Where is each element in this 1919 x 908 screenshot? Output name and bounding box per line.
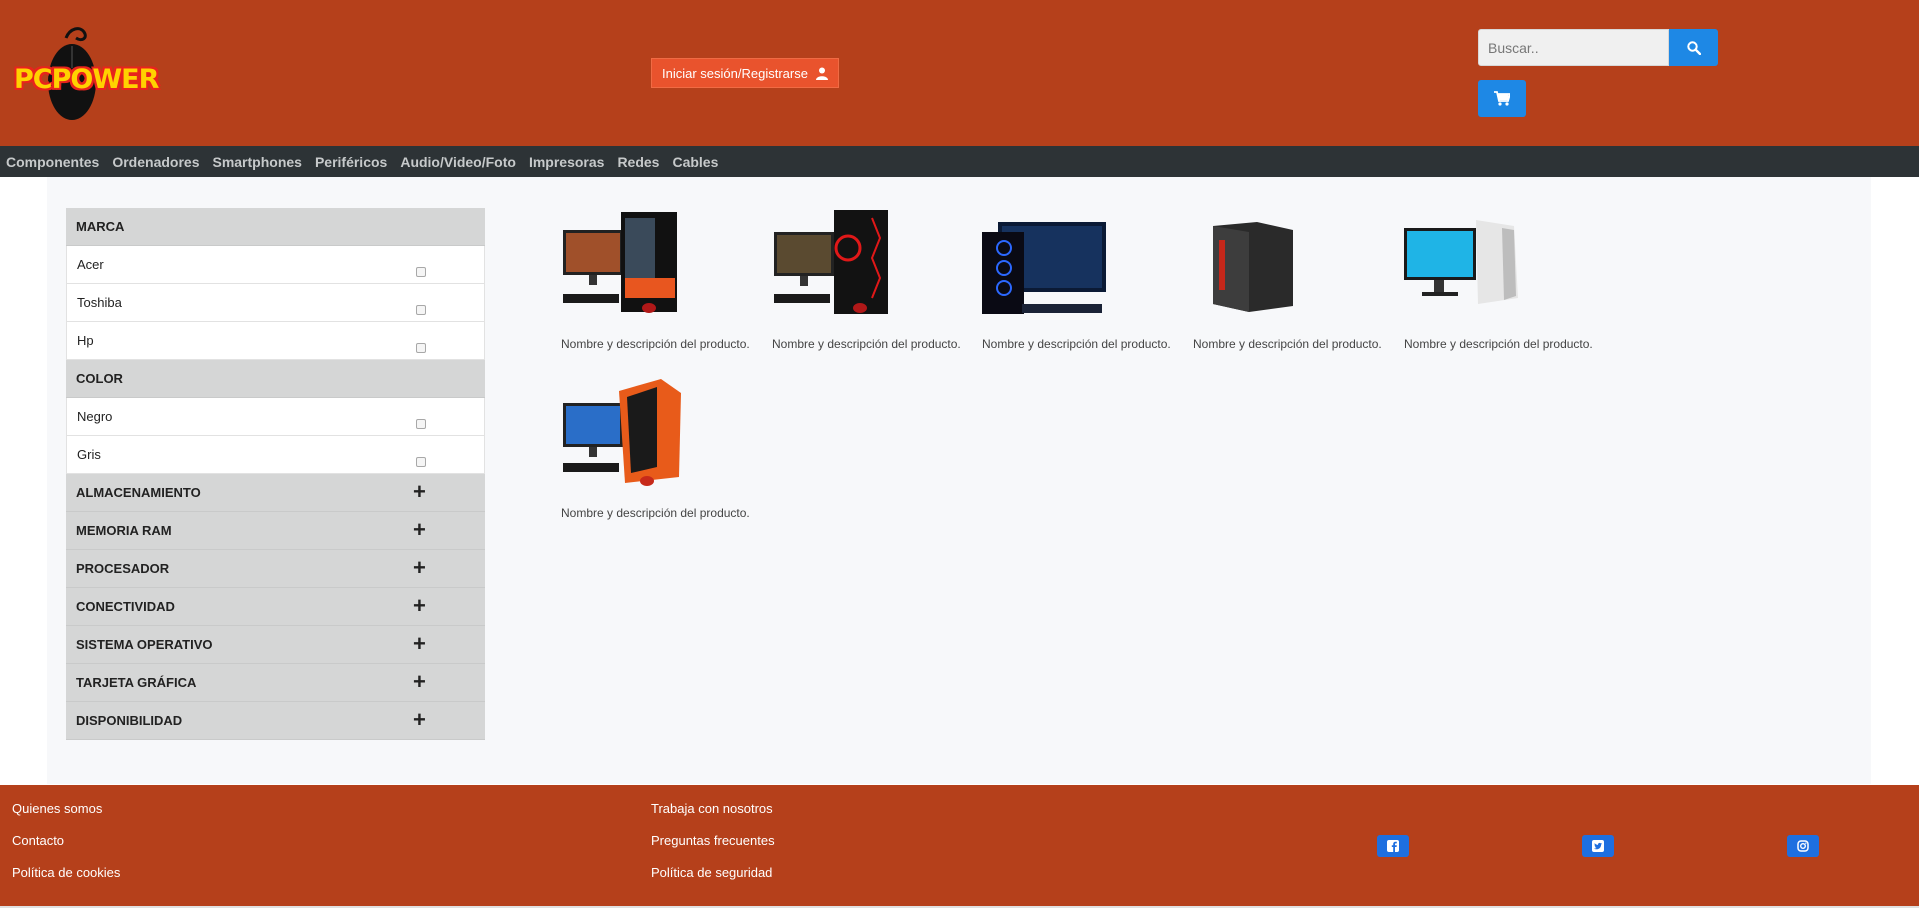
filter-option-label: Gris [77,447,101,462]
pcpower-logo[interactable]: PCPOWER [14,24,159,124]
shopping-cart-icon [1494,91,1510,106]
filter-toggle-procesador[interactable]: PROCESADOR + [66,550,485,588]
product-image [774,210,888,314]
filter-sidebar: MARCA Acer Toshiba Hp COLOR Negro Gris A… [66,208,485,740]
product-card[interactable]: Nombre y descripción del producto. [561,377,761,520]
twitter-icon [1592,840,1604,852]
checkbox-gris[interactable] [416,457,426,467]
footer-link-trabaja-con-nosotros[interactable]: Trabaja con nosotros [651,801,773,816]
product-image [563,379,681,486]
plus-icon: + [413,707,426,732]
footer-link-quienes-somos[interactable]: Quienes somos [12,801,102,816]
twitter-button[interactable] [1582,835,1614,857]
filter-header-color: COLOR [66,360,485,398]
filter-option-negro: Negro [66,398,485,436]
nav-impresoras[interactable]: Impresoras [529,154,604,170]
plus-icon: + [413,593,426,618]
product-description: Nombre y descripción del producto. [561,337,750,351]
product-card[interactable]: Nombre y descripción del producto. [1193,208,1393,351]
product-description: Nombre y descripción del producto. [561,506,750,520]
header: PCPOWER Iniciar sesión/Registrarse [0,0,1919,146]
checkbox-acer[interactable] [416,267,426,277]
product-card[interactable]: Nombre y descripción del producto. [1404,208,1604,351]
nav-redes[interactable]: Redes [617,154,659,170]
product-card[interactable]: Nombre y descripción del producto. [982,208,1182,351]
footer [0,785,1919,906]
checkbox-hp[interactable] [416,343,426,353]
filter-toggle-almacenamiento[interactable]: ALMACENAMIENTO + [66,474,485,512]
plus-icon: + [413,631,426,656]
nav-smartphones[interactable]: Smartphones [212,154,301,170]
filter-toggle-conectividad[interactable]: CONECTIVIDAD + [66,588,485,626]
filter-toggle-label: PROCESADOR [76,561,170,576]
product-image [982,222,1106,314]
logo-text: PCPOWER [14,64,159,95]
filter-toggle-sistema-operativo[interactable]: SISTEMA OPERATIVO + [66,626,485,664]
checkbox-negro[interactable] [416,419,426,429]
nav-ordenadores[interactable]: Ordenadores [112,154,199,170]
product-image [563,212,677,313]
product-description: Nombre y descripción del producto. [982,337,1171,351]
login-label: Iniciar sesión/Registrarse [662,65,808,81]
filter-toggle-label: MEMORIA RAM [76,523,172,538]
filter-option-hp: Hp [66,322,485,360]
footer-link-preguntas-frecuentes[interactable]: Preguntas frecuentes [651,833,775,848]
filter-option-label: Hp [77,333,94,348]
instagram-button[interactable] [1787,835,1819,857]
nav-audio-video-foto[interactable]: Audio/Video/Foto [400,154,516,170]
filter-toggle-disponibilidad[interactable]: DISPONIBILIDAD + [66,702,485,740]
filter-option-acer: Acer [66,246,485,284]
nav-perifericos[interactable]: Periféricos [315,154,387,170]
instagram-icon [1797,840,1809,852]
filter-option-toshiba: Toshiba [66,284,485,322]
nav-cables[interactable]: Cables [672,154,718,170]
cart-button[interactable] [1478,80,1526,117]
filter-toggle-label: DISPONIBILIDAD [76,713,183,728]
search-input[interactable] [1478,29,1669,66]
footer-link-politica-seguridad[interactable]: Política de seguridad [651,865,772,880]
filter-toggle-tarjeta-grafica[interactable]: TARJETA GRÁFICA + [66,664,485,702]
product-description: Nombre y descripción del producto. [1193,337,1382,351]
footer-link-politica-cookies[interactable]: Política de cookies [12,865,120,880]
search-icon [1686,40,1701,55]
filter-toggle-memoria-ram[interactable]: MEMORIA RAM + [66,512,485,550]
filter-option-label: Negro [77,409,113,424]
plus-icon: + [413,517,426,542]
filter-toggle-label: TARJETA GRÁFICA [76,675,197,690]
login-register-button[interactable]: Iniciar sesión/Registrarse [651,58,839,88]
product-description: Nombre y descripción del producto. [772,337,961,351]
filter-option-gris: Gris [66,436,485,474]
plus-icon: + [413,555,426,580]
nav-componentes[interactable]: Componentes [6,154,99,170]
product-description: Nombre y descripción del producto. [1404,337,1593,351]
category-nav: Componentes Ordenadores Smartphones Peri… [0,146,1919,177]
product-image [1213,222,1293,312]
footer-link-contacto[interactable]: Contacto [12,833,64,848]
checkbox-toshiba[interactable] [416,305,426,315]
user-icon [815,67,828,80]
search-button[interactable] [1669,29,1718,66]
filter-toggle-label: ALMACENAMIENTO [76,485,201,500]
product-card[interactable]: Nombre y descripción del producto. [772,208,972,351]
product-card[interactable]: Nombre y descripción del producto. [561,208,761,351]
facebook-button[interactable] [1377,835,1409,857]
plus-icon: + [413,669,426,694]
plus-icon: + [413,479,426,504]
product-image [1404,220,1518,304]
filter-option-label: Acer [77,257,104,272]
filter-toggle-label: CONECTIVIDAD [76,599,175,614]
facebook-icon [1387,840,1399,852]
filter-option-label: Toshiba [77,295,122,310]
filter-header-marca: MARCA [66,208,485,246]
filter-toggle-label: SISTEMA OPERATIVO [76,637,213,652]
